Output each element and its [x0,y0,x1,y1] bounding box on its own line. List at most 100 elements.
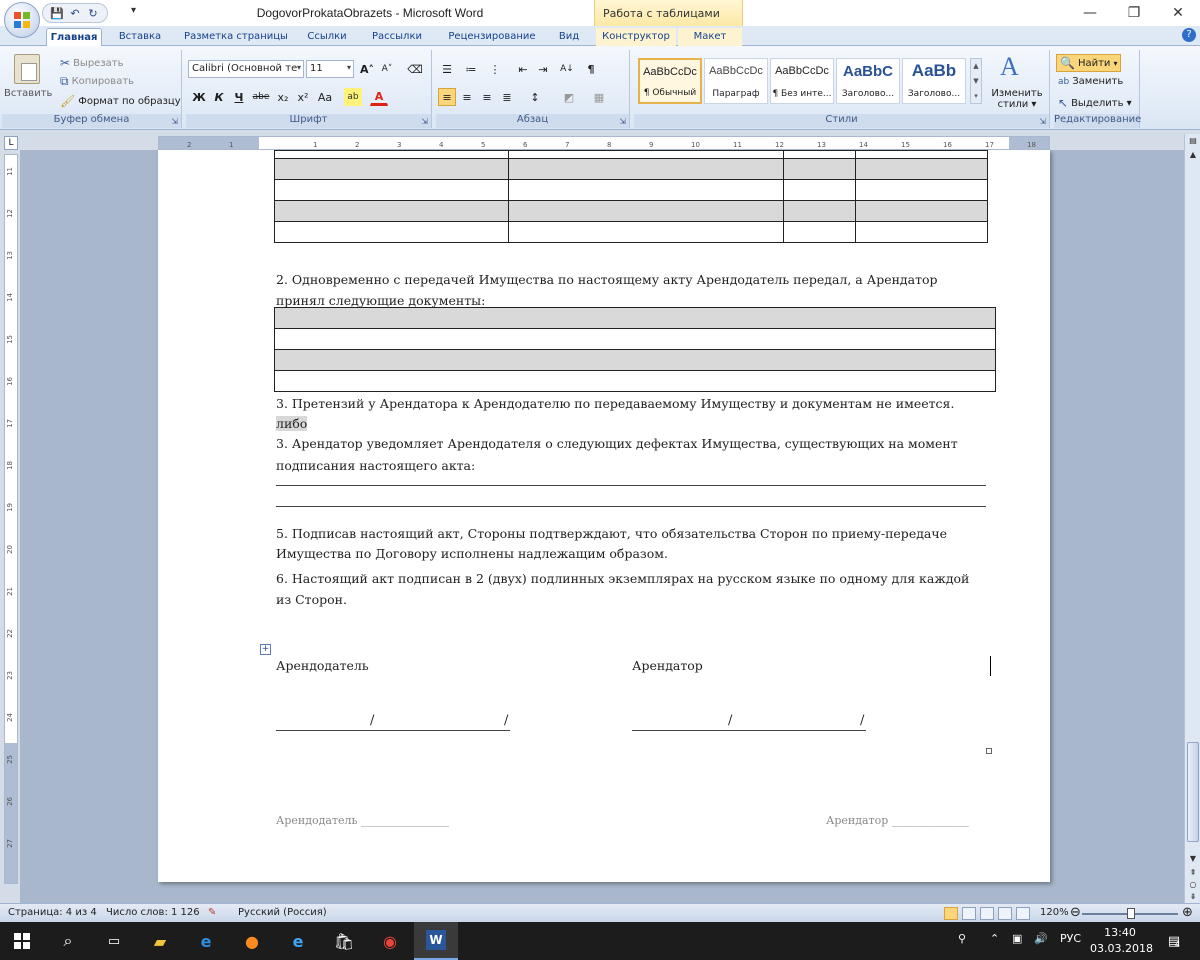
tab-page-layout[interactable]: Разметка страницы [180,28,292,46]
table-cell[interactable] [508,179,784,201]
close-button[interactable]: ✕ [1156,0,1200,26]
vertical-scrollbar[interactable]: ▤ ▲ ▼ ⇞ ○ ⇟ [1184,134,1200,903]
network-icon[interactable]: ▣ [1012,932,1022,945]
store-icon[interactable]: 🛍 [332,929,356,953]
zoom-in-icon[interactable]: ⊕ [1182,905,1193,920]
edge-icon[interactable]: e [194,929,218,953]
windows-start-icon[interactable] [10,929,34,953]
tab-layout[interactable]: Макет [678,28,742,46]
underline-button[interactable]: Ч [230,88,248,106]
table-cell[interactable] [855,221,988,243]
decrease-indent-icon[interactable]: ⇤ [514,60,532,78]
numbering-icon[interactable]: ≔ [462,60,480,78]
font-name-combo[interactable]: Calibri (Основной те ▾ [188,60,304,78]
documents-table[interactable] [274,307,996,392]
table-cell[interactable] [783,200,856,222]
bold-button[interactable]: Ж [190,88,208,106]
table-cell[interactable] [783,221,856,243]
shading-icon[interactable]: ◩ [560,88,578,106]
tray-chevron-up-icon[interactable]: ⌃ [990,932,999,945]
table-cell[interactable] [274,370,996,392]
sort-icon[interactable]: A↓ [558,60,576,78]
superscript-button[interactable]: x² [294,88,312,106]
table-cell[interactable] [274,179,509,201]
tab-home[interactable]: Главная [46,28,102,46]
property-table[interactable] [274,150,988,243]
change-case-button[interactable]: Aa [316,88,334,106]
strikethrough-button[interactable]: abe [252,88,270,106]
scroll-up-icon[interactable]: ▲ [1185,150,1200,164]
style-heading-2[interactable]: AaBb Заголово... [902,58,966,104]
table-cell[interactable] [783,179,856,201]
align-right-icon[interactable]: ≡ [478,88,496,106]
grow-font-button[interactable]: A˄ [358,60,376,78]
system-clock[interactable]: 13:40 03.03.2018 [1090,925,1153,957]
copy-button[interactable]: ⧉ Копировать [60,74,134,89]
chrome-icon[interactable]: ◉ [378,929,402,953]
volume-icon[interactable]: 🔊 [1034,932,1048,945]
bullets-icon[interactable]: ☰ [438,60,456,78]
notifications-icon[interactable]: ▤ 4 [1162,929,1186,953]
table-cell[interactable] [783,150,856,159]
table-cell[interactable] [508,158,784,180]
scrollbar-thumb[interactable] [1187,742,1199,842]
firefox-icon[interactable]: ● [240,929,264,953]
vertical-ruler[interactable]: 11 12 13 14 15 16 17 18 19 20 21 22 23 2… [4,154,18,884]
justify-icon[interactable]: ≣ [498,88,516,106]
word-taskbar-button[interactable]: W [414,922,458,960]
italic-button[interactable]: К [210,88,228,106]
styles-scroll-icon[interactable]: ▲ ▼ ▾ [970,58,982,104]
minimize-button[interactable]: — [1068,0,1112,26]
table-resize-handle-icon[interactable] [986,748,992,754]
align-center-icon[interactable]: ≡ [458,88,476,106]
cut-button[interactable]: ✂ Вырезать [60,56,123,70]
zoom-out-icon[interactable]: ⊖ [1070,905,1081,920]
zoom-level[interactable]: 120% [1040,907,1069,918]
paste-button[interactable]: Вставить [4,50,52,112]
draft-icon[interactable] [1016,907,1030,920]
table-cell[interactable] [274,158,509,180]
format-painter-button[interactable]: 🖌 Формат по образцу [60,94,181,108]
highlight-icon[interactable]: ab [344,88,362,106]
replace-button[interactable]: ab Заменить [1058,76,1123,87]
clipboard-launcher-icon[interactable]: ⇲ [171,117,178,126]
input-language[interactable]: РУС [1060,932,1081,945]
scroll-down-icon[interactable]: ▼ [1185,854,1200,868]
table-cell[interactable] [274,349,996,371]
tab-design[interactable]: Конструктор [596,28,676,46]
table-cell[interactable] [508,150,784,159]
style-heading-1[interactable]: AaBbC Заголово... [836,58,900,104]
table-cell[interactable] [855,200,988,222]
styles-launcher-icon[interactable]: ⇲ [1039,117,1046,126]
office-button[interactable] [4,2,40,38]
font-launcher-icon[interactable]: ⇲ [421,117,428,126]
line-spacing-icon[interactable]: ↕ [526,88,544,106]
full-screen-reading-icon[interactable] [962,907,976,920]
table-cell[interactable] [508,221,784,243]
font-color-icon[interactable]: A [370,88,388,106]
zoom-slider-knob[interactable] [1127,908,1135,919]
table-cell[interactable] [855,158,988,180]
style-no-spacing[interactable]: AaBbCcDc ¶ Без инте... [770,58,834,104]
paragraph-launcher-icon[interactable]: ⇲ [619,117,626,126]
multilevel-icon[interactable]: ⋮ [486,60,504,78]
table-cell[interactable] [274,200,509,222]
table-move-handle-icon[interactable]: + [260,644,271,655]
tab-review[interactable]: Рецензирование [440,28,544,46]
page-count[interactable]: Страница: 4 из 4 [8,907,97,918]
tab-insert[interactable]: Вставка [112,28,168,46]
align-left-icon[interactable]: ≡ [438,88,456,106]
table-cell[interactable] [855,150,988,159]
restore-button[interactable]: ❐ [1112,0,1156,26]
print-layout-icon[interactable] [944,907,958,920]
borders-icon[interactable]: ▦ [590,88,608,106]
increase-indent-icon[interactable]: ⇥ [534,60,552,78]
table-cell[interactable] [783,158,856,180]
file-explorer-icon[interactable]: ▰ [148,929,172,953]
language[interactable]: Русский (Россия) [238,907,327,918]
help-icon[interactable]: ? [1182,28,1196,42]
subscript-button[interactable]: x₂ [274,88,292,106]
table-cell[interactable] [508,200,784,222]
table-cell[interactable] [274,328,996,350]
word-count[interactable]: Число слов: 1 126 [106,907,200,918]
